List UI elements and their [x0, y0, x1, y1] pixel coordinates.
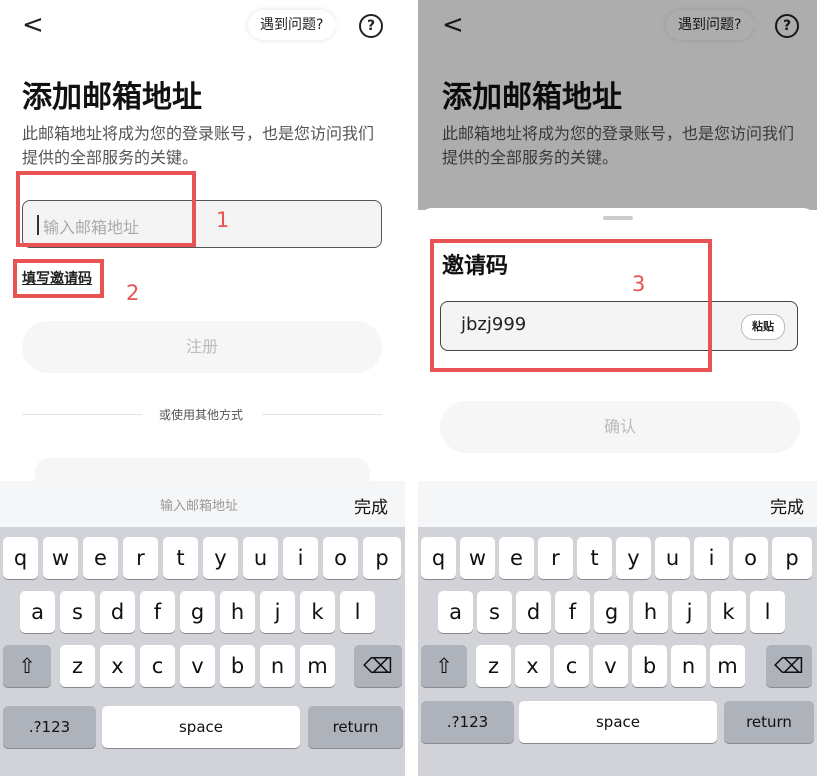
paste-button[interactable]: 粘贴: [741, 314, 785, 340]
done-button[interactable]: 完成: [770, 493, 804, 518]
key-f[interactable]: f: [140, 591, 175, 633]
key-s[interactable]: s: [477, 591, 512, 633]
highlight-box-3: [430, 239, 712, 372]
key-d[interactable]: d: [100, 591, 135, 633]
key-h[interactable]: h: [633, 591, 668, 633]
page-title: 添加邮箱地址: [22, 80, 202, 115]
space-key[interactable]: space: [102, 706, 300, 748]
key-w[interactable]: w: [460, 537, 495, 579]
back-arrow-icon[interactable]: <: [22, 10, 44, 40]
key-v[interactable]: v: [180, 645, 215, 687]
key-c[interactable]: c: [140, 645, 175, 687]
key-i[interactable]: i: [694, 537, 729, 579]
key-o[interactable]: o: [733, 537, 768, 579]
key-v[interactable]: v: [593, 645, 628, 687]
key-w[interactable]: w: [43, 537, 78, 579]
shift-icon[interactable]: ⇧: [3, 645, 51, 687]
key-y[interactable]: y: [203, 537, 238, 579]
key-n[interactable]: n: [671, 645, 706, 687]
annotation-1: 1: [216, 208, 230, 232]
annotation-2: 2: [126, 281, 140, 305]
key-m[interactable]: m: [710, 645, 745, 687]
key-j[interactable]: j: [672, 591, 707, 633]
done-button[interactable]: 完成: [354, 493, 388, 518]
key-d[interactable]: d: [516, 591, 551, 633]
return-key[interactable]: return: [308, 706, 403, 748]
keyboard-bar-placeholder: 输入邮箱地址: [160, 499, 239, 514]
key-s[interactable]: s: [60, 591, 95, 633]
key-a[interactable]: a: [438, 591, 473, 633]
register-button[interactable]: 注册: [22, 321, 382, 373]
confirm-button[interactable]: 确认: [440, 401, 800, 453]
page-subtitle: 此邮箱地址将成为您的登录账号，也是您访问我们提供的全部服务的关键。: [22, 124, 375, 167]
help-bubble[interactable]: 遇到问题?: [248, 10, 342, 40]
key-n[interactable]: n: [260, 645, 295, 687]
key-r[interactable]: r: [538, 537, 573, 579]
key-p[interactable]: p: [363, 537, 401, 579]
key-q[interactable]: q: [3, 537, 38, 579]
key-y[interactable]: y: [616, 537, 651, 579]
key-x[interactable]: x: [515, 645, 550, 687]
sheet-grabber[interactable]: [603, 216, 633, 220]
highlight-box-1: [16, 171, 196, 247]
key-g[interactable]: g: [594, 591, 629, 633]
key-f[interactable]: f: [555, 591, 590, 633]
key-o[interactable]: o: [323, 537, 358, 579]
keyboard-accessory-bar: 完成: [418, 481, 817, 527]
key-q[interactable]: q: [421, 537, 456, 579]
numbers-key[interactable]: .?123: [3, 706, 96, 748]
divider-left: [22, 414, 142, 415]
key-m[interactable]: m: [300, 645, 335, 687]
key-h[interactable]: h: [220, 591, 255, 633]
keyboard: 完成 q w e r t y u i o p a s d f g h j k l…: [418, 481, 817, 776]
key-b[interactable]: b: [632, 645, 667, 687]
key-x[interactable]: x: [100, 645, 135, 687]
key-i[interactable]: i: [283, 537, 318, 579]
key-u[interactable]: u: [655, 537, 690, 579]
right-screen: < 遇到问题? ? 添加邮箱地址 此邮箱地址将成为您的登录账号，也是您访问我们提…: [418, 0, 817, 776]
delete-icon[interactable]: ⌫: [766, 645, 812, 687]
highlight-box-2: [13, 259, 104, 298]
key-r[interactable]: r: [123, 537, 158, 579]
annotation-3: 3: [632, 272, 646, 296]
key-l[interactable]: l: [750, 591, 785, 633]
delete-icon[interactable]: ⌫: [354, 645, 402, 687]
return-key[interactable]: return: [724, 701, 814, 743]
space-key[interactable]: space: [519, 701, 717, 743]
key-g[interactable]: g: [180, 591, 215, 633]
key-k[interactable]: k: [711, 591, 746, 633]
key-z[interactable]: z: [60, 645, 95, 687]
key-t[interactable]: t: [163, 537, 198, 579]
left-screen: < 遇到问题? ? 添加邮箱地址 此邮箱地址将成为您的登录账号，也是您访问我们提…: [0, 0, 405, 776]
keyboard: 输入邮箱地址 完成 q w e r t y u i o p a s d f g …: [0, 481, 405, 776]
key-p[interactable]: p: [772, 537, 812, 579]
help-icon[interactable]: ?: [359, 14, 383, 38]
key-j[interactable]: j: [260, 591, 295, 633]
divider-right: [262, 414, 382, 415]
keyboard-accessory-bar: 输入邮箱地址 完成: [0, 481, 405, 527]
key-l[interactable]: l: [340, 591, 375, 633]
key-a[interactable]: a: [20, 591, 55, 633]
numbers-key[interactable]: .?123: [421, 701, 514, 743]
key-u[interactable]: u: [243, 537, 278, 579]
key-k[interactable]: k: [300, 591, 335, 633]
dim-overlay[interactable]: [418, 0, 817, 210]
shift-icon[interactable]: ⇧: [421, 645, 467, 687]
key-e[interactable]: e: [83, 537, 118, 579]
key-e[interactable]: e: [499, 537, 534, 579]
key-z[interactable]: z: [476, 645, 511, 687]
key-c[interactable]: c: [554, 645, 589, 687]
key-b[interactable]: b: [220, 645, 255, 687]
divider-text: 或使用其他方式: [159, 408, 244, 422]
key-t[interactable]: t: [577, 537, 612, 579]
